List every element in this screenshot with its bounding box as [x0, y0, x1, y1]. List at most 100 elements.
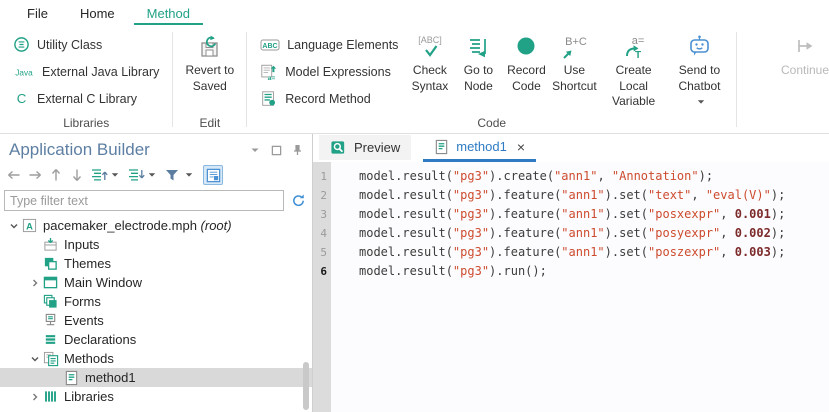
refresh-icon[interactable]	[291, 193, 306, 208]
close-tab-icon[interactable]: ×	[517, 140, 525, 154]
tree-item-declarations[interactable]: Declarations	[0, 330, 312, 349]
preview-icon	[330, 139, 347, 156]
tree-item-method1[interactable]: method1	[0, 368, 312, 387]
string-token: "pg3"	[453, 188, 489, 202]
code-token: ).feature(	[489, 245, 561, 259]
button-label: Revert to Saved	[184, 63, 235, 94]
list-move-down-dropdown[interactable]	[146, 165, 158, 185]
string-token: "ann1"	[561, 226, 604, 240]
use-shortcut-button[interactable]: B+CUse Shortcut	[550, 26, 598, 94]
code-line[interactable]: model.result("pg3").create("ann1", "Anno…	[359, 167, 829, 186]
tree-item-forms[interactable]: Forms	[0, 292, 312, 311]
svg-text:a=: a=	[268, 75, 276, 81]
list-move-down-button[interactable]	[125, 165, 145, 185]
editor-tab-method1[interactable]: method1×	[423, 134, 536, 162]
code-line[interactable]: model.result("pg3").run();	[359, 262, 829, 281]
model-expressions-button[interactable]: a=Model Expressions	[253, 58, 405, 85]
svg-text:a=: a=	[631, 35, 644, 47]
group-separator	[736, 32, 737, 127]
revert-to-saved-icon	[196, 34, 223, 61]
tree-item-libraries[interactable]: Libraries	[0, 387, 312, 406]
editor-area: Previewmethod1× 123456 model.result("pg3…	[313, 134, 829, 412]
language-elements-button[interactable]: ABCLanguage Elements	[253, 31, 405, 58]
chevron-down-icon[interactable]	[27, 354, 42, 364]
code-token: ,	[720, 245, 734, 259]
filter-row	[4, 190, 306, 211]
chevron-right-icon[interactable]	[27, 278, 42, 288]
ribbon-tab-home[interactable]: Home	[67, 3, 128, 25]
tree-item-events[interactable]: Events	[0, 311, 312, 330]
libraries-icon	[43, 389, 58, 404]
code-token: ,	[691, 188, 705, 202]
code-token: ).set(	[605, 207, 648, 221]
ribbon-group-libraries: Utility ClassJavaExternal Java LibraryCE…	[2, 26, 170, 133]
method-doc-icon	[64, 370, 79, 386]
code-line[interactable]: model.result("pg3").feature("ann1").set(…	[359, 224, 829, 243]
tree-item-methods[interactable]: Methods	[0, 349, 312, 368]
svg-text:[ABC]: [ABC]	[418, 35, 442, 45]
model-expressions-icon: a=	[260, 63, 278, 81]
filter-input[interactable]	[4, 190, 284, 211]
chevron-right-icon[interactable]	[27, 392, 42, 402]
code-line[interactable]: model.result("pg3").feature("ann1").set(…	[359, 186, 829, 205]
ribbon-tab-file[interactable]: File	[14, 3, 61, 25]
tree-item-label: Main Window	[64, 275, 142, 290]
arrow-up-button[interactable]	[46, 165, 66, 185]
code-lines[interactable]: model.result("pg3").create("ann1", "Anno…	[331, 162, 829, 412]
revert-to-saved-button[interactable]: Revert to Saved	[179, 26, 240, 94]
filter-funnel-button[interactable]	[162, 165, 182, 185]
button-label: Continue	[781, 63, 829, 79]
code-line[interactable]: model.result("pg3").feature("ann1").set(…	[359, 243, 829, 262]
list-move-up-button[interactable]	[88, 165, 108, 185]
methods-icon	[43, 351, 59, 367]
tree-item-label: Events	[64, 313, 104, 328]
string-token: "poszexpr"	[648, 245, 720, 259]
tree-item-themes[interactable]: Themes	[0, 254, 312, 273]
collapse-chevron-icon[interactable]	[250, 146, 260, 154]
check-syntax-button[interactable]: [ABC]Check Syntax	[405, 26, 454, 94]
pin-icon[interactable]	[293, 144, 302, 156]
button-label: External C Library	[37, 92, 137, 106]
filter-funnel-dropdown[interactable]	[183, 165, 195, 185]
line-number: 6	[313, 262, 331, 281]
record-code-button[interactable]: Record Code	[502, 26, 550, 94]
string-token: "pg3"	[453, 226, 489, 240]
line-number: 1	[313, 167, 331, 186]
go-to-node-icon	[465, 34, 491, 61]
send-to-chatbot-icon	[686, 33, 713, 61]
record-code-icon	[513, 34, 539, 60]
arrow-down-button[interactable]	[67, 165, 87, 185]
code-token: ).create(	[489, 169, 554, 183]
code-line[interactable]: model.result("pg3").feature("ann1").set(…	[359, 205, 829, 224]
svg-text:A: A	[26, 221, 33, 231]
code-token: model.result(	[359, 207, 453, 221]
chevron-down-icon[interactable]	[6, 221, 21, 231]
line-number: 4	[313, 224, 331, 243]
record-method-button[interactable]: Record Method	[253, 85, 405, 112]
button-label: Create Local Variable	[603, 63, 663, 110]
tree-item-main-window[interactable]: Main Window	[0, 273, 312, 292]
editor-tab-preview[interactable]: Preview	[319, 135, 411, 160]
main-window-icon	[43, 275, 58, 290]
list-move-up-dropdown[interactable]	[109, 165, 121, 185]
utility-class-button[interactable]: Utility Class	[6, 31, 166, 58]
external-c-library-button[interactable]: CExternal C Library	[6, 85, 166, 112]
panel-toolbar	[0, 160, 312, 187]
ribbon-tab-method[interactable]: Method	[134, 3, 203, 25]
panel-scrollbar-thumb[interactable]	[303, 362, 309, 410]
tree-item-label: Themes	[64, 256, 111, 271]
continue-button: Continue	[781, 26, 829, 133]
send-to-chatbot-button[interactable]: Send to Chatbot	[669, 26, 730, 110]
code-editor[interactable]: 123456 model.result("pg3").create("ann1"…	[313, 162, 829, 412]
go-to-node-button[interactable]: Go to Node	[454, 26, 502, 94]
svg-text:B+C: B+C	[566, 36, 588, 48]
arrow-left-button[interactable]	[4, 165, 24, 185]
external-java-library-button[interactable]: JavaExternal Java Library	[6, 58, 166, 85]
toggle-details-button[interactable]	[203, 165, 223, 185]
float-window-icon[interactable]	[271, 145, 282, 156]
create-local-variable-button[interactable]: a=TCreate Local Variable	[598, 26, 668, 110]
arrow-right-button[interactable]	[25, 165, 45, 185]
group-label-code: Code	[253, 115, 730, 133]
tree-item-inputs[interactable]: Inputs	[0, 235, 312, 254]
tree-item-pacemaker-electrode-mph[interactable]: Apacemaker_electrode.mph (root)	[0, 216, 312, 235]
